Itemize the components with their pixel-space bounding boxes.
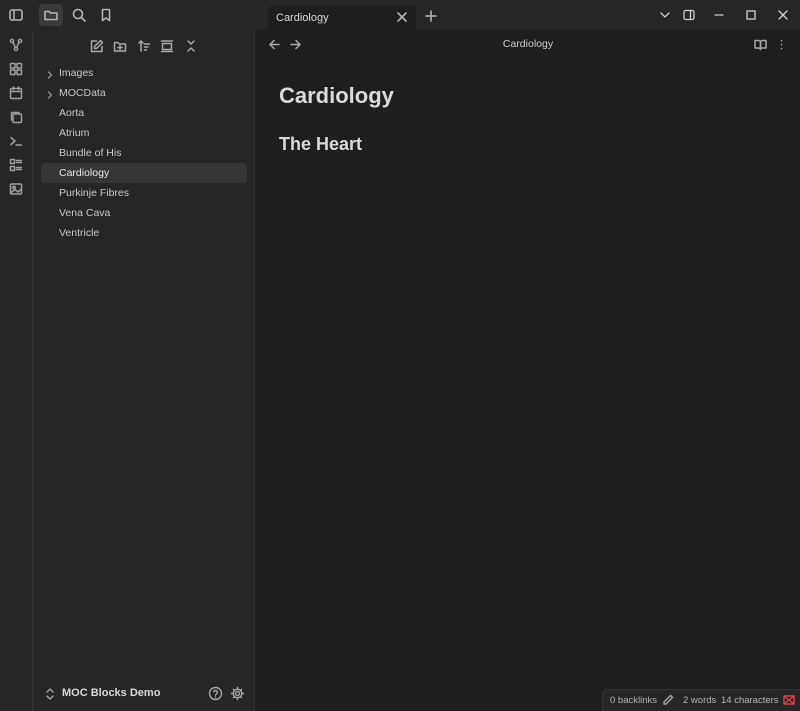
folder-plus-icon bbox=[113, 41, 127, 52]
blocks-button[interactable] bbox=[7, 156, 25, 174]
toggle-left-sidebar-button[interactable] bbox=[4, 4, 28, 26]
tree-item-label: MOCData bbox=[59, 87, 106, 99]
vault-profile: MOC Blocks Demo bbox=[33, 677, 255, 711]
pencil-icon bbox=[663, 694, 674, 705]
more-options-button[interactable] bbox=[773, 36, 789, 52]
toggle-right-sidebar-button[interactable] bbox=[681, 7, 697, 23]
title-bar: Cardiology bbox=[0, 0, 800, 30]
copy-icon bbox=[10, 111, 23, 124]
tree-folder[interactable]: MOCData bbox=[41, 83, 247, 103]
daily-note-button[interactable] bbox=[7, 84, 25, 102]
graph-icon bbox=[9, 38, 23, 52]
plus-icon bbox=[425, 10, 437, 22]
tree-file[interactable]: Ventricle bbox=[41, 223, 247, 243]
word-count: 2 words bbox=[683, 695, 717, 706]
tree-item-label: Atrium bbox=[59, 127, 90, 139]
vault-name[interactable]: MOC Blocks Demo bbox=[62, 687, 160, 699]
sync-status-button[interactable] bbox=[783, 694, 796, 707]
character-count: 14 characters bbox=[721, 695, 779, 706]
reading-view-button[interactable] bbox=[752, 36, 768, 52]
view-header: Cardiology bbox=[256, 30, 800, 58]
tree-file[interactable]: Atrium bbox=[41, 123, 247, 143]
search-tab-button[interactable] bbox=[67, 4, 91, 26]
close-window-button[interactable] bbox=[775, 7, 791, 23]
image-icon bbox=[9, 183, 23, 195]
backlinks-count[interactable]: 0 backlinks bbox=[610, 695, 657, 706]
new-folder-button[interactable] bbox=[110, 36, 130, 56]
status-bar: 0 backlinks 2 words 14 characters bbox=[602, 689, 800, 711]
tab-list-dropdown-button[interactable] bbox=[657, 7, 673, 23]
tree-folder[interactable]: Images bbox=[41, 63, 247, 83]
tab-title: Cardiology bbox=[276, 11, 329, 24]
bookmark-icon bbox=[101, 8, 111, 22]
help-button[interactable] bbox=[208, 686, 224, 702]
reveal-icon bbox=[160, 40, 174, 53]
search-icon bbox=[72, 8, 86, 22]
file-explorer-actions bbox=[33, 36, 255, 56]
tree-item-label: Vena Cava bbox=[59, 207, 111, 219]
chevrons-down-up-icon bbox=[187, 40, 195, 52]
auto-reveal-button[interactable] bbox=[157, 36, 177, 56]
tree-file[interactable]: Bundle of His bbox=[41, 143, 247, 163]
new-note-button[interactable] bbox=[87, 36, 107, 56]
tree-file[interactable]: Aorta bbox=[41, 103, 247, 123]
tree-item-label: Images bbox=[59, 67, 94, 79]
tree-item-label: Cardiology bbox=[59, 167, 110, 179]
sidebar-left-icon bbox=[9, 9, 23, 21]
image-button[interactable] bbox=[7, 180, 25, 198]
help-icon bbox=[208, 686, 223, 701]
tree-file[interactable]: Purkinje Fibres bbox=[41, 183, 247, 203]
bookmarks-tab-button[interactable] bbox=[94, 4, 118, 26]
book-open-icon bbox=[753, 39, 767, 50]
files-tab-button[interactable] bbox=[39, 4, 63, 26]
tree-item-label: Purkinje Fibres bbox=[59, 187, 130, 199]
sidebar-right-icon bbox=[683, 9, 695, 21]
sync-off-icon bbox=[783, 695, 795, 705]
editing-mode-button[interactable] bbox=[662, 694, 675, 707]
tab-cardiology[interactable]: Cardiology bbox=[268, 5, 416, 30]
close-icon bbox=[397, 12, 407, 22]
tree-item-label: Bundle of His bbox=[59, 147, 122, 159]
layout-dashboard-icon bbox=[9, 62, 23, 76]
file-tree: Images MOCData Aorta Atrium Bundle of His Car… bbox=[41, 63, 247, 243]
folder-icon bbox=[44, 10, 58, 21]
maximize-icon bbox=[746, 10, 756, 20]
tree-file[interactable]: Vena Cava bbox=[41, 203, 247, 223]
chevron-down-icon bbox=[660, 12, 670, 18]
tree-item-label: Aorta bbox=[59, 107, 85, 119]
collapse-all-button[interactable] bbox=[181, 36, 201, 56]
more-vertical-icon bbox=[780, 39, 782, 49]
tree-file[interactable]: Cardiology bbox=[41, 163, 247, 183]
close-icon bbox=[778, 10, 788, 20]
editor-pane: Cardiology Cardiology The Heart bbox=[256, 30, 800, 711]
edit-icon bbox=[90, 39, 104, 53]
chevrons-up-down-icon bbox=[46, 688, 54, 700]
maximize-button[interactable] bbox=[743, 7, 759, 23]
minimize-button[interactable] bbox=[711, 7, 727, 23]
view-header-title[interactable]: Cardiology bbox=[256, 38, 800, 50]
tree-item-label: Ventricle bbox=[59, 227, 100, 239]
file-explorer: Images MOCData Aorta Atrium Bundle of His Car… bbox=[33, 30, 255, 711]
vault-switcher-button[interactable] bbox=[43, 687, 57, 701]
sort-order-button[interactable] bbox=[134, 36, 154, 56]
chevron-right-icon[interactable] bbox=[45, 68, 55, 79]
templates-button[interactable] bbox=[7, 108, 25, 126]
command-palette-button[interactable] bbox=[7, 132, 25, 150]
tab-close-button[interactable] bbox=[394, 9, 410, 25]
terminal-icon bbox=[10, 136, 23, 146]
calendar-icon bbox=[9, 86, 23, 100]
chevron-right-icon[interactable] bbox=[45, 88, 55, 99]
list-icon bbox=[9, 158, 23, 172]
heading-1[interactable]: The Heart bbox=[279, 134, 362, 155]
new-tab-button[interactable] bbox=[423, 8, 439, 24]
ribbon bbox=[0, 30, 33, 711]
sort-icon bbox=[138, 40, 151, 52]
canvas-button[interactable] bbox=[7, 60, 25, 78]
inline-title[interactable]: Cardiology bbox=[279, 83, 394, 109]
gear-icon bbox=[230, 686, 245, 701]
settings-button[interactable] bbox=[230, 686, 246, 702]
minimize-icon bbox=[714, 14, 724, 16]
graph-view-button[interactable] bbox=[7, 36, 25, 54]
